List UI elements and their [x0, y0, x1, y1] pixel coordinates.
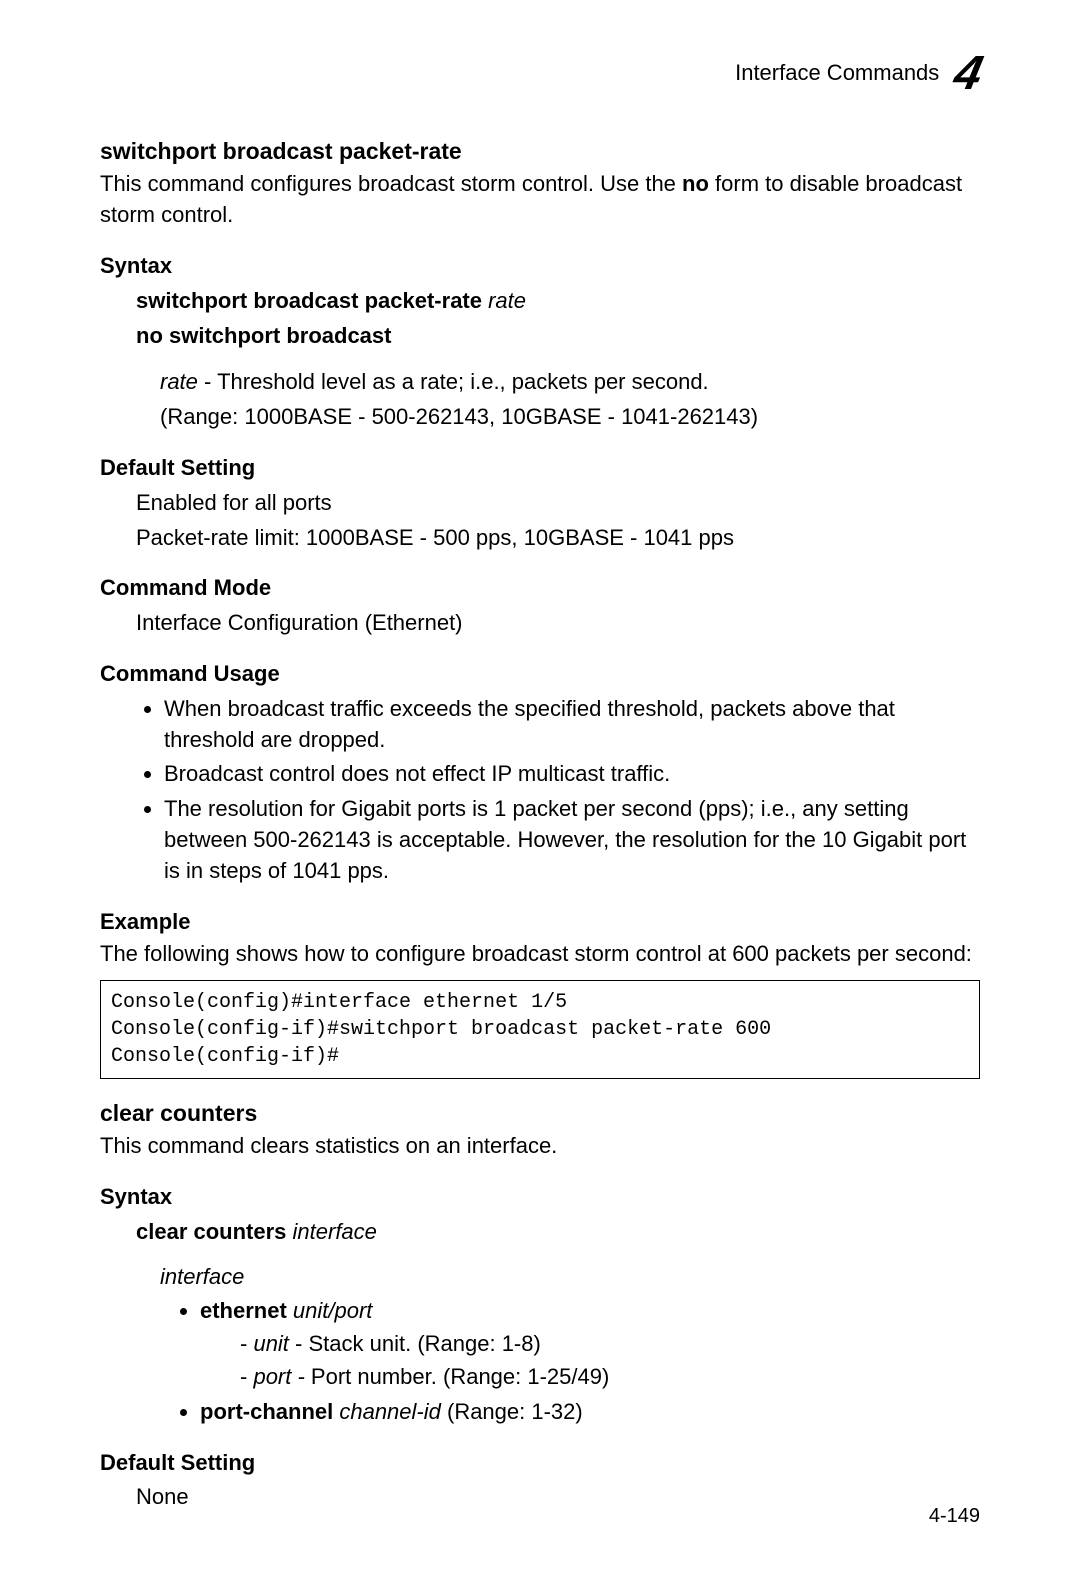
mode-text: Interface Configuration (Ethernet): [100, 608, 980, 639]
default-heading: Default Setting: [100, 453, 980, 484]
text-bold: clear counters: [136, 1219, 286, 1244]
page-number: 4-149: [929, 1502, 980, 1530]
interface-list: ethernet unit/port unit - Stack unit. (R…: [100, 1296, 980, 1427]
mode-heading: Command Mode: [100, 573, 980, 604]
sub-list: unit - Stack unit. (Range: 1-8) port - P…: [200, 1329, 980, 1393]
example-heading: Example: [100, 907, 980, 938]
usage-item: The resolution for Gigabit ports is 1 pa…: [164, 794, 980, 886]
text-bold: ethernet: [200, 1298, 287, 1323]
param-desc: rate - Threshold level as a rate; i.e., …: [100, 367, 980, 398]
text-bold: switchport broadcast packet-rate: [136, 288, 482, 313]
syntax-line: switchport broadcast packet-rate rate: [100, 286, 980, 317]
text-italic: unit/port: [287, 1298, 373, 1323]
text-italic: interface: [286, 1219, 377, 1244]
command-description: This command configures broadcast storm …: [100, 169, 980, 231]
text-italic: rate: [482, 288, 526, 313]
default-text: None: [100, 1482, 980, 1513]
param-name: rate: [160, 369, 198, 394]
code-example: Console(config)#interface ethernet 1/5 C…: [100, 980, 980, 1079]
command-title: clear counters: [100, 1097, 980, 1129]
usage-heading: Command Usage: [100, 659, 980, 690]
default-heading: Default Setting: [100, 1448, 980, 1479]
default-line: Enabled for all ports: [100, 488, 980, 519]
interface-label: interface: [100, 1262, 980, 1293]
syntax-heading: Syntax: [100, 1182, 980, 1213]
keyword-no: no: [682, 171, 709, 196]
command-title: switchport broadcast packet-rate: [100, 135, 980, 167]
chapter-number-icon: 4: [948, 40, 987, 107]
sub-item: port - Port number. (Range: 1-25/49): [240, 1362, 980, 1393]
syntax-heading: Syntax: [100, 251, 980, 282]
usage-item: Broadcast control does not effect IP mul…: [164, 759, 980, 790]
sub-item: unit - Stack unit. (Range: 1-8): [240, 1329, 980, 1360]
text: (Range: 1-32): [441, 1399, 583, 1424]
example-intro: The following shows how to configure bro…: [100, 939, 980, 970]
interface-item: ethernet unit/port unit - Stack unit. (R…: [200, 1296, 980, 1392]
syntax-line: no switchport broadcast: [100, 321, 980, 352]
text-italic: channel-id: [333, 1399, 441, 1424]
text: - Stack unit. (Range: 1-8): [289, 1331, 541, 1356]
default-line: Packet-rate limit: 1000BASE - 500 pps, 1…: [100, 523, 980, 554]
page-header: Interface Commands 4: [100, 40, 980, 107]
interface-item: port-channel channel-id (Range: 1-32): [200, 1397, 980, 1428]
usage-item: When broadcast traffic exceeds the speci…: [164, 694, 980, 756]
param-name: port -: [253, 1364, 304, 1389]
param-name: unit: [253, 1331, 288, 1356]
command-description: This command clears statistics on an int…: [100, 1131, 980, 1162]
syntax-line: clear counters interface: [100, 1217, 980, 1248]
text: - Threshold level as a rate; i.e., packe…: [198, 369, 709, 394]
text: Port number. (Range: 1-25/49): [305, 1364, 610, 1389]
section-title: Interface Commands: [735, 58, 939, 89]
usage-list: When broadcast traffic exceeds the speci…: [100, 694, 980, 887]
text-bold: port-channel: [200, 1399, 333, 1424]
param-range: (Range: 1000BASE - 500-262143, 10GBASE -…: [100, 402, 980, 433]
text: This command configures broadcast storm …: [100, 171, 682, 196]
